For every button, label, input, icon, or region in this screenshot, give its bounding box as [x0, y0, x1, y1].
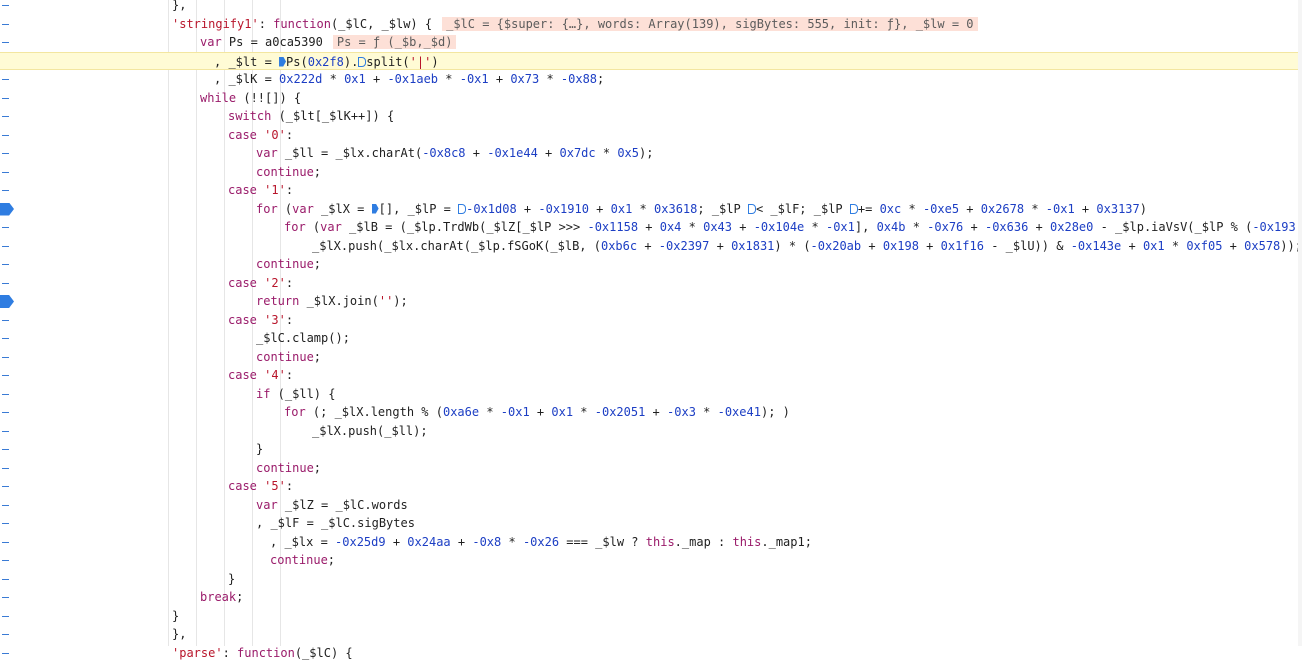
code-line[interactable]: continue; — [0, 551, 1302, 570]
code-text: continue; — [270, 551, 335, 570]
code-text: , _$lt = Ps(0x2f8).split('|') — [214, 53, 439, 71]
code-text: } — [256, 440, 263, 459]
code-text: switch (_$lt[_$lK++]) { — [228, 107, 394, 126]
code-text: }, — [172, 0, 186, 15]
code-line[interactable]: _$lX.push(_$lx.charAt(_$lp.fSGoK(_$lB, (… — [0, 237, 1302, 256]
paused-code-line[interactable]: , _$lt = Ps(0x2f8).split('|') — [0, 52, 1302, 71]
code-text: , _$lK = 0x222d * 0x1 + -0x1aeb * -0x1 +… — [214, 70, 604, 89]
code-line[interactable]: } — [0, 570, 1302, 589]
code-text: case '5': — [228, 477, 293, 496]
code-text: for (; _$lX.length % (0xa6e * -0x1 + 0x1… — [284, 403, 790, 422]
code-line[interactable]: case '4': — [0, 366, 1302, 385]
code-line[interactable]: _$lX.push(_$ll); — [0, 422, 1302, 441]
code-text: case '2': — [228, 274, 293, 293]
code-line[interactable]: for (; _$lX.length % (0xa6e * -0x1 + 0x1… — [0, 403, 1302, 422]
code-text: var _$lZ = _$lC.words — [256, 496, 408, 515]
code-line[interactable]: } — [0, 440, 1302, 459]
code-text: _$lX.push(_$lx.charAt(_$lp.fSGoK(_$lB, (… — [312, 237, 1302, 256]
code-line[interactable]: for (var _$lX = [], _$lP = -0x1d08 + -0x… — [0, 200, 1302, 219]
code-text: var Ps = a0ca5390Ps = ƒ (_$b,_$d) — [200, 33, 456, 52]
code-line[interactable]: if (_$ll) { — [0, 385, 1302, 404]
code-text: continue; — [256, 348, 321, 367]
code-text: return _$lX.join(''); — [256, 292, 408, 311]
code-text: 'stringify1': function(_$lC, _$lw) {_$lC… — [172, 15, 978, 34]
code-line[interactable]: }, — [0, 625, 1302, 644]
code-line[interactable]: }, — [0, 0, 1302, 15]
code-line[interactable]: return _$lX.join(''); — [0, 292, 1302, 311]
code-text: case '3': — [228, 311, 293, 330]
code-line[interactable]: switch (_$lt[_$lK++]) { — [0, 107, 1302, 126]
code-text: _$lC.clamp(); — [256, 329, 350, 348]
code-line[interactable]: var _$lZ = _$lC.words — [0, 496, 1302, 515]
code-line[interactable]: 'stringify1': function(_$lC, _$lw) {_$lC… — [0, 15, 1302, 34]
inline-breakpoint-marker[interactable] — [850, 204, 858, 214]
code-line[interactable]: continue; — [0, 163, 1302, 182]
code-line[interactable]: var Ps = a0ca5390Ps = ƒ (_$b,_$d) — [0, 33, 1302, 52]
code-text: case '1': — [228, 181, 293, 200]
code-line[interactable]: case '3': — [0, 311, 1302, 330]
code-text: for (var _$lX = [], _$lP = -0x1d08 + -0x… — [256, 200, 1147, 219]
code-text: continue; — [256, 163, 321, 182]
code-line[interactable]: case '1': — [0, 181, 1302, 200]
code-line[interactable]: case '2': — [0, 274, 1302, 293]
code-line[interactable]: 'parse': function(_$lC) { — [0, 644, 1302, 662]
code-text: continue; — [256, 459, 321, 478]
code-text: case '4': — [228, 366, 293, 385]
inline-breakpoint-marker[interactable] — [748, 204, 756, 214]
code-line[interactable]: break; — [0, 588, 1302, 607]
code-line[interactable]: continue; — [0, 459, 1302, 478]
code-line[interactable]: case '5': — [0, 477, 1302, 496]
code-text: while (!![]) { — [200, 89, 301, 108]
code-line[interactable]: case '0': — [0, 126, 1302, 145]
code-text: } — [172, 607, 179, 626]
inline-breakpoint-marker[interactable] — [279, 57, 286, 67]
code-text: , _$lx = -0x25d9 + 0x24aa + -0x8 * -0x26… — [270, 533, 812, 552]
code-line[interactable]: , _$lx = -0x25d9 + 0x24aa + -0x8 * -0x26… — [0, 533, 1302, 552]
code-line[interactable]: continue; — [0, 348, 1302, 367]
inline-breakpoint-marker[interactable] — [358, 57, 366, 67]
code-line[interactable]: } — [0, 607, 1302, 626]
code-text: if (_$ll) { — [256, 385, 335, 404]
code-text: , _$lF = _$lC.sigBytes — [256, 514, 415, 533]
inline-value-preview: Ps = ƒ (_$b,_$d) — [333, 35, 457, 49]
code-text: var _$ll = _$lx.charAt(-0x8c8 + -0x1e44 … — [256, 144, 653, 163]
inline-breakpoint-marker[interactable] — [458, 204, 466, 214]
code-line[interactable]: , _$lF = _$lC.sigBytes — [0, 514, 1302, 533]
code-line[interactable]: _$lC.clamp(); — [0, 329, 1302, 348]
code-text: case '0': — [228, 126, 293, 145]
code-text: 'parse': function(_$lC) { — [172, 644, 353, 662]
code-line[interactable]: , _$lK = 0x222d * 0x1 + -0x1aeb * -0x1 +… — [0, 70, 1302, 89]
code-line[interactable]: for (var _$lB = (_$lp.TrdWb(_$lZ[_$lP >>… — [0, 218, 1302, 237]
scrollbar[interactable] — [1298, 0, 1302, 646]
inline-breakpoint-marker[interactable] — [372, 204, 379, 214]
code-text: } — [228, 570, 235, 589]
code-line[interactable]: while (!![]) { — [0, 89, 1302, 108]
code-text: break; — [200, 588, 243, 607]
code-text: for (var _$lB = (_$lp.TrdWb(_$lZ[_$lP >>… — [284, 218, 1302, 237]
code-text: continue; — [256, 255, 321, 274]
code-line[interactable]: var _$ll = _$lx.charAt(-0x8c8 + -0x1e44 … — [0, 144, 1302, 163]
code-text: _$lX.push(_$ll); — [312, 422, 428, 441]
inline-value-preview: _$lC = {$super: {…}, words: Array(139), … — [442, 17, 977, 31]
code-line[interactable]: continue; — [0, 255, 1302, 274]
code-text: }, — [172, 625, 186, 644]
